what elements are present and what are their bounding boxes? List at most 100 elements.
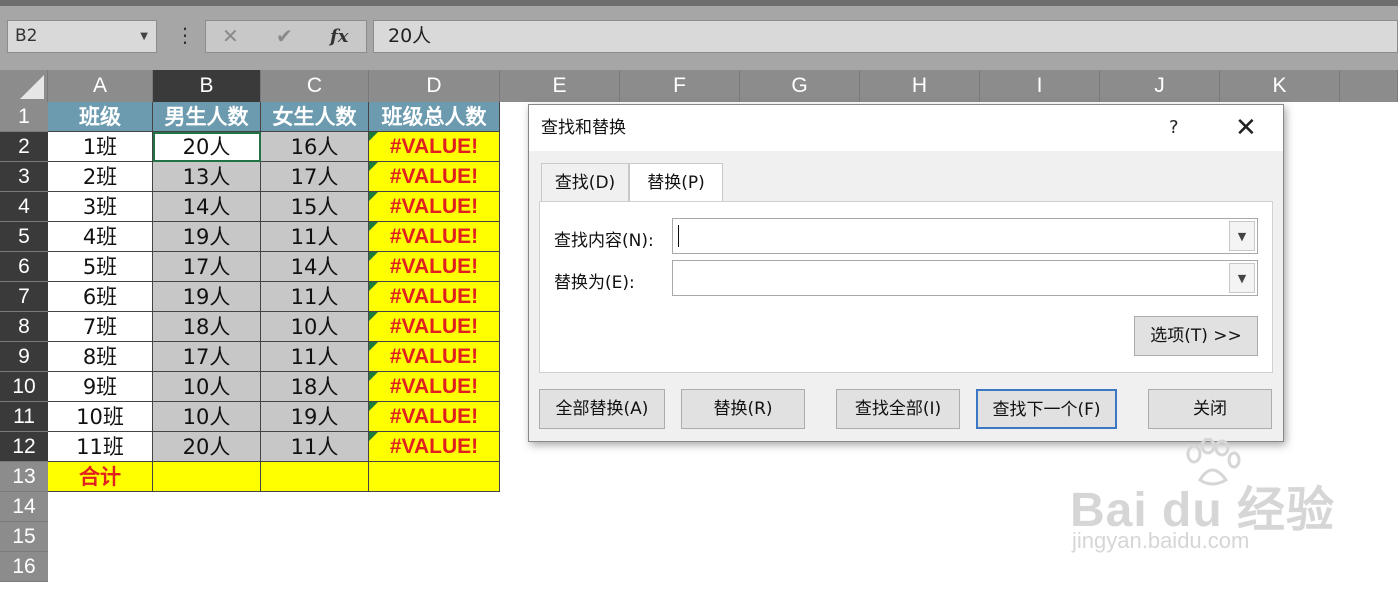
table-cell[interactable]: 16人 <box>261 132 369 162</box>
column-header-i[interactable]: I <box>980 70 1100 102</box>
error-cell[interactable]: #VALUE! <box>369 342 500 372</box>
table-cell[interactable]: 10人 <box>153 402 261 432</box>
tab-find[interactable]: 查找(D) <box>541 163 629 201</box>
table-cell[interactable]: 11人 <box>261 282 369 312</box>
chevron-down-icon[interactable]: ▼ <box>140 21 148 52</box>
row-header[interactable]: 13 <box>0 462 48 492</box>
header-cell-class[interactable]: 班级 <box>48 102 153 132</box>
more-options-icon[interactable]: ⋮ <box>175 20 195 53</box>
row-header[interactable]: 7 <box>0 282 48 312</box>
options-button[interactable]: 选项(T) >> <box>1134 316 1258 356</box>
row-header[interactable]: 3 <box>0 162 48 192</box>
table-cell[interactable]: 20人 <box>153 432 261 462</box>
column-header-e[interactable]: E <box>500 70 620 102</box>
close-icon[interactable]: ✕ <box>1235 105 1257 151</box>
header-cell-girls[interactable]: 女生人数 <box>261 102 369 132</box>
row-header[interactable]: 16 <box>0 552 48 582</box>
error-cell[interactable]: #VALUE! <box>369 192 500 222</box>
active-cell[interactable]: 20人 <box>153 132 261 162</box>
table-cell[interactable]: 3班 <box>48 192 153 222</box>
help-icon[interactable]: ? <box>1169 105 1179 151</box>
error-cell[interactable]: #VALUE! <box>369 162 500 192</box>
column-header-h[interactable]: H <box>860 70 980 102</box>
row-header[interactable]: 6 <box>0 252 48 282</box>
error-cell[interactable]: #VALUE! <box>369 312 500 342</box>
error-cell[interactable]: #VALUE! <box>369 252 500 282</box>
column-header-j[interactable]: J <box>1100 70 1220 102</box>
table-cell[interactable]: 18人 <box>261 372 369 402</box>
row-header[interactable]: 4 <box>0 192 48 222</box>
table-cell[interactable]: 19人 <box>153 282 261 312</box>
cancel-icon[interactable]: ✕ <box>222 21 239 52</box>
table-cell[interactable]: 2班 <box>48 162 153 192</box>
table-cell[interactable]: 7班 <box>48 312 153 342</box>
error-cell[interactable]: #VALUE! <box>369 132 500 162</box>
table-cell[interactable]: 17人 <box>261 162 369 192</box>
column-header-d[interactable]: D <box>369 70 500 102</box>
column-header-c[interactable]: C <box>261 70 369 102</box>
table-cell[interactable]: 17人 <box>153 342 261 372</box>
error-cell[interactable]: #VALUE! <box>369 402 500 432</box>
row-header[interactable]: 14 <box>0 492 48 522</box>
row-header[interactable]: 11 <box>0 402 48 432</box>
total-cell-total[interactable] <box>369 462 500 492</box>
error-cell[interactable]: #VALUE! <box>369 432 500 462</box>
table-cell[interactable]: 11人 <box>261 342 369 372</box>
table-cell[interactable]: 11人 <box>261 222 369 252</box>
column-header-f[interactable]: F <box>620 70 740 102</box>
find-all-button[interactable]: 查找全部(I) <box>836 389 960 429</box>
table-cell[interactable]: 6班 <box>48 282 153 312</box>
row-header[interactable]: 9 <box>0 342 48 372</box>
row-header[interactable]: 1 <box>0 102 48 132</box>
total-label-cell[interactable]: 合计 <box>48 462 153 492</box>
find-next-button[interactable]: 查找下一个(F) <box>976 389 1117 429</box>
replace-all-button[interactable]: 全部替换(A) <box>539 389 665 429</box>
row-header[interactable]: 12 <box>0 432 48 462</box>
row-header[interactable]: 5 <box>0 222 48 252</box>
table-cell[interactable]: 10人 <box>261 312 369 342</box>
table-cell[interactable]: 19人 <box>153 222 261 252</box>
replace-input[interactable]: ▼ <box>672 260 1258 296</box>
table-cell[interactable]: 17人 <box>153 252 261 282</box>
table-cell[interactable]: 15人 <box>261 192 369 222</box>
row-header[interactable]: 2 <box>0 132 48 162</box>
replace-button[interactable]: 替换(R) <box>681 389 805 429</box>
table-cell[interactable]: 1班 <box>48 132 153 162</box>
column-header-a[interactable]: A <box>48 70 153 102</box>
select-all-corner[interactable] <box>0 70 48 102</box>
enter-icon[interactable]: ✔ <box>276 21 293 52</box>
table-cell[interactable]: 4班 <box>48 222 153 252</box>
total-cell-boys[interactable] <box>153 462 261 492</box>
table-cell[interactable]: 10班 <box>48 402 153 432</box>
find-input[interactable]: ▼ <box>672 218 1258 254</box>
close-button[interactable]: 关闭 <box>1148 389 1272 429</box>
table-cell[interactable]: 14人 <box>153 192 261 222</box>
table-cell[interactable]: 11人 <box>261 432 369 462</box>
chevron-down-icon[interactable]: ▼ <box>1229 263 1255 293</box>
tab-replace[interactable]: 替换(P) <box>629 163 723 203</box>
column-header-l[interactable] <box>1340 70 1398 102</box>
row-header[interactable]: 15 <box>0 522 48 552</box>
row-header[interactable]: 10 <box>0 372 48 402</box>
row-header[interactable]: 8 <box>0 312 48 342</box>
table-cell[interactable]: 18人 <box>153 312 261 342</box>
table-cell[interactable]: 13人 <box>153 162 261 192</box>
column-header-b[interactable]: B <box>153 70 261 102</box>
table-cell[interactable]: 14人 <box>261 252 369 282</box>
table-cell[interactable]: 9班 <box>48 372 153 402</box>
error-cell[interactable]: #VALUE! <box>369 282 500 312</box>
formula-input[interactable]: 20人 <box>373 20 1398 53</box>
name-box[interactable]: B2 ▼ <box>7 20 157 53</box>
total-cell-girls[interactable] <box>261 462 369 492</box>
error-cell[interactable]: #VALUE! <box>369 372 500 402</box>
table-cell[interactable]: 5班 <box>48 252 153 282</box>
table-cell[interactable]: 19人 <box>261 402 369 432</box>
error-cell[interactable]: #VALUE! <box>369 222 500 252</box>
column-header-k[interactable]: K <box>1220 70 1340 102</box>
chevron-down-icon[interactable]: ▼ <box>1229 221 1255 251</box>
table-cell[interactable]: 10人 <box>153 372 261 402</box>
insert-function-icon[interactable]: fx <box>330 21 348 52</box>
table-cell[interactable]: 11班 <box>48 432 153 462</box>
header-cell-total[interactable]: 班级总人数 <box>369 102 500 132</box>
header-cell-boys[interactable]: 男生人数 <box>153 102 261 132</box>
